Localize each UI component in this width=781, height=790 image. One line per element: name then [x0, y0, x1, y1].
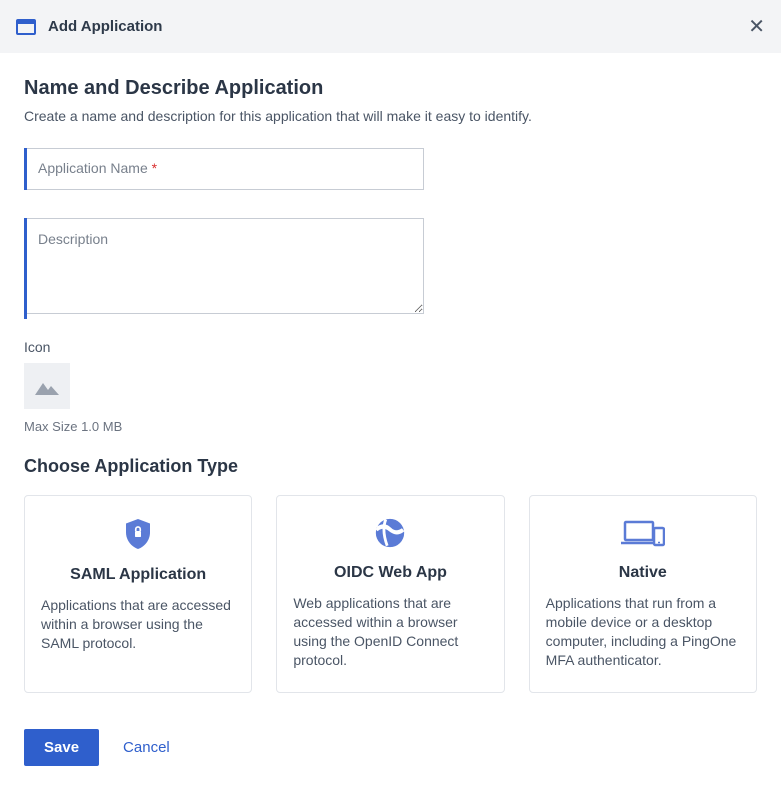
modal-header-left: Add Application: [16, 18, 162, 35]
application-name-field-wrap: Application Name *: [24, 148, 424, 190]
cancel-button[interactable]: Cancel: [123, 739, 170, 756]
description-field-wrap: [24, 218, 424, 319]
description-input[interactable]: [24, 218, 424, 314]
section-name-heading: Name and Describe Application: [24, 77, 757, 100]
section-type-heading: Choose Application Type: [24, 456, 757, 477]
field-accent: [24, 218, 27, 319]
application-icon: [16, 19, 36, 35]
shield-icon: [41, 516, 235, 552]
globe-icon: [293, 516, 487, 550]
application-type-cards: SAML Application Applications that are a…: [24, 495, 757, 693]
card-description: Applications that run from a mobile devi…: [546, 594, 740, 670]
card-saml-application[interactable]: SAML Application Applications that are a…: [24, 495, 252, 693]
application-name-input[interactable]: [24, 148, 424, 190]
card-oidc-web-app[interactable]: OIDC Web App Web applications that are a…: [276, 495, 504, 693]
card-description: Applications that are accessed within a …: [41, 596, 235, 653]
card-native[interactable]: Native Applications that run from a mobi…: [529, 495, 757, 693]
card-title: SAML Application: [41, 566, 235, 584]
modal-header: Add Application ✕: [0, 0, 781, 53]
devices-icon: [546, 516, 740, 550]
modal-title: Add Application: [48, 18, 162, 35]
section-name-subtext: Create a name and description for this a…: [24, 108, 757, 124]
icon-field-label: Icon: [24, 339, 757, 355]
card-description: Web applications that are accessed withi…: [293, 594, 487, 670]
modal-actions: Save Cancel: [0, 705, 781, 790]
image-placeholder-icon: [35, 377, 59, 395]
card-title: Native: [546, 564, 740, 582]
close-icon[interactable]: ✕: [748, 17, 765, 37]
save-button[interactable]: Save: [24, 729, 99, 766]
field-accent: [24, 148, 27, 190]
card-title: OIDC Web App: [293, 564, 487, 582]
icon-upload-button[interactable]: [24, 363, 70, 409]
modal-content: Name and Describe Application Create a n…: [0, 53, 781, 705]
icon-size-hint: Max Size 1.0 MB: [24, 419, 757, 434]
